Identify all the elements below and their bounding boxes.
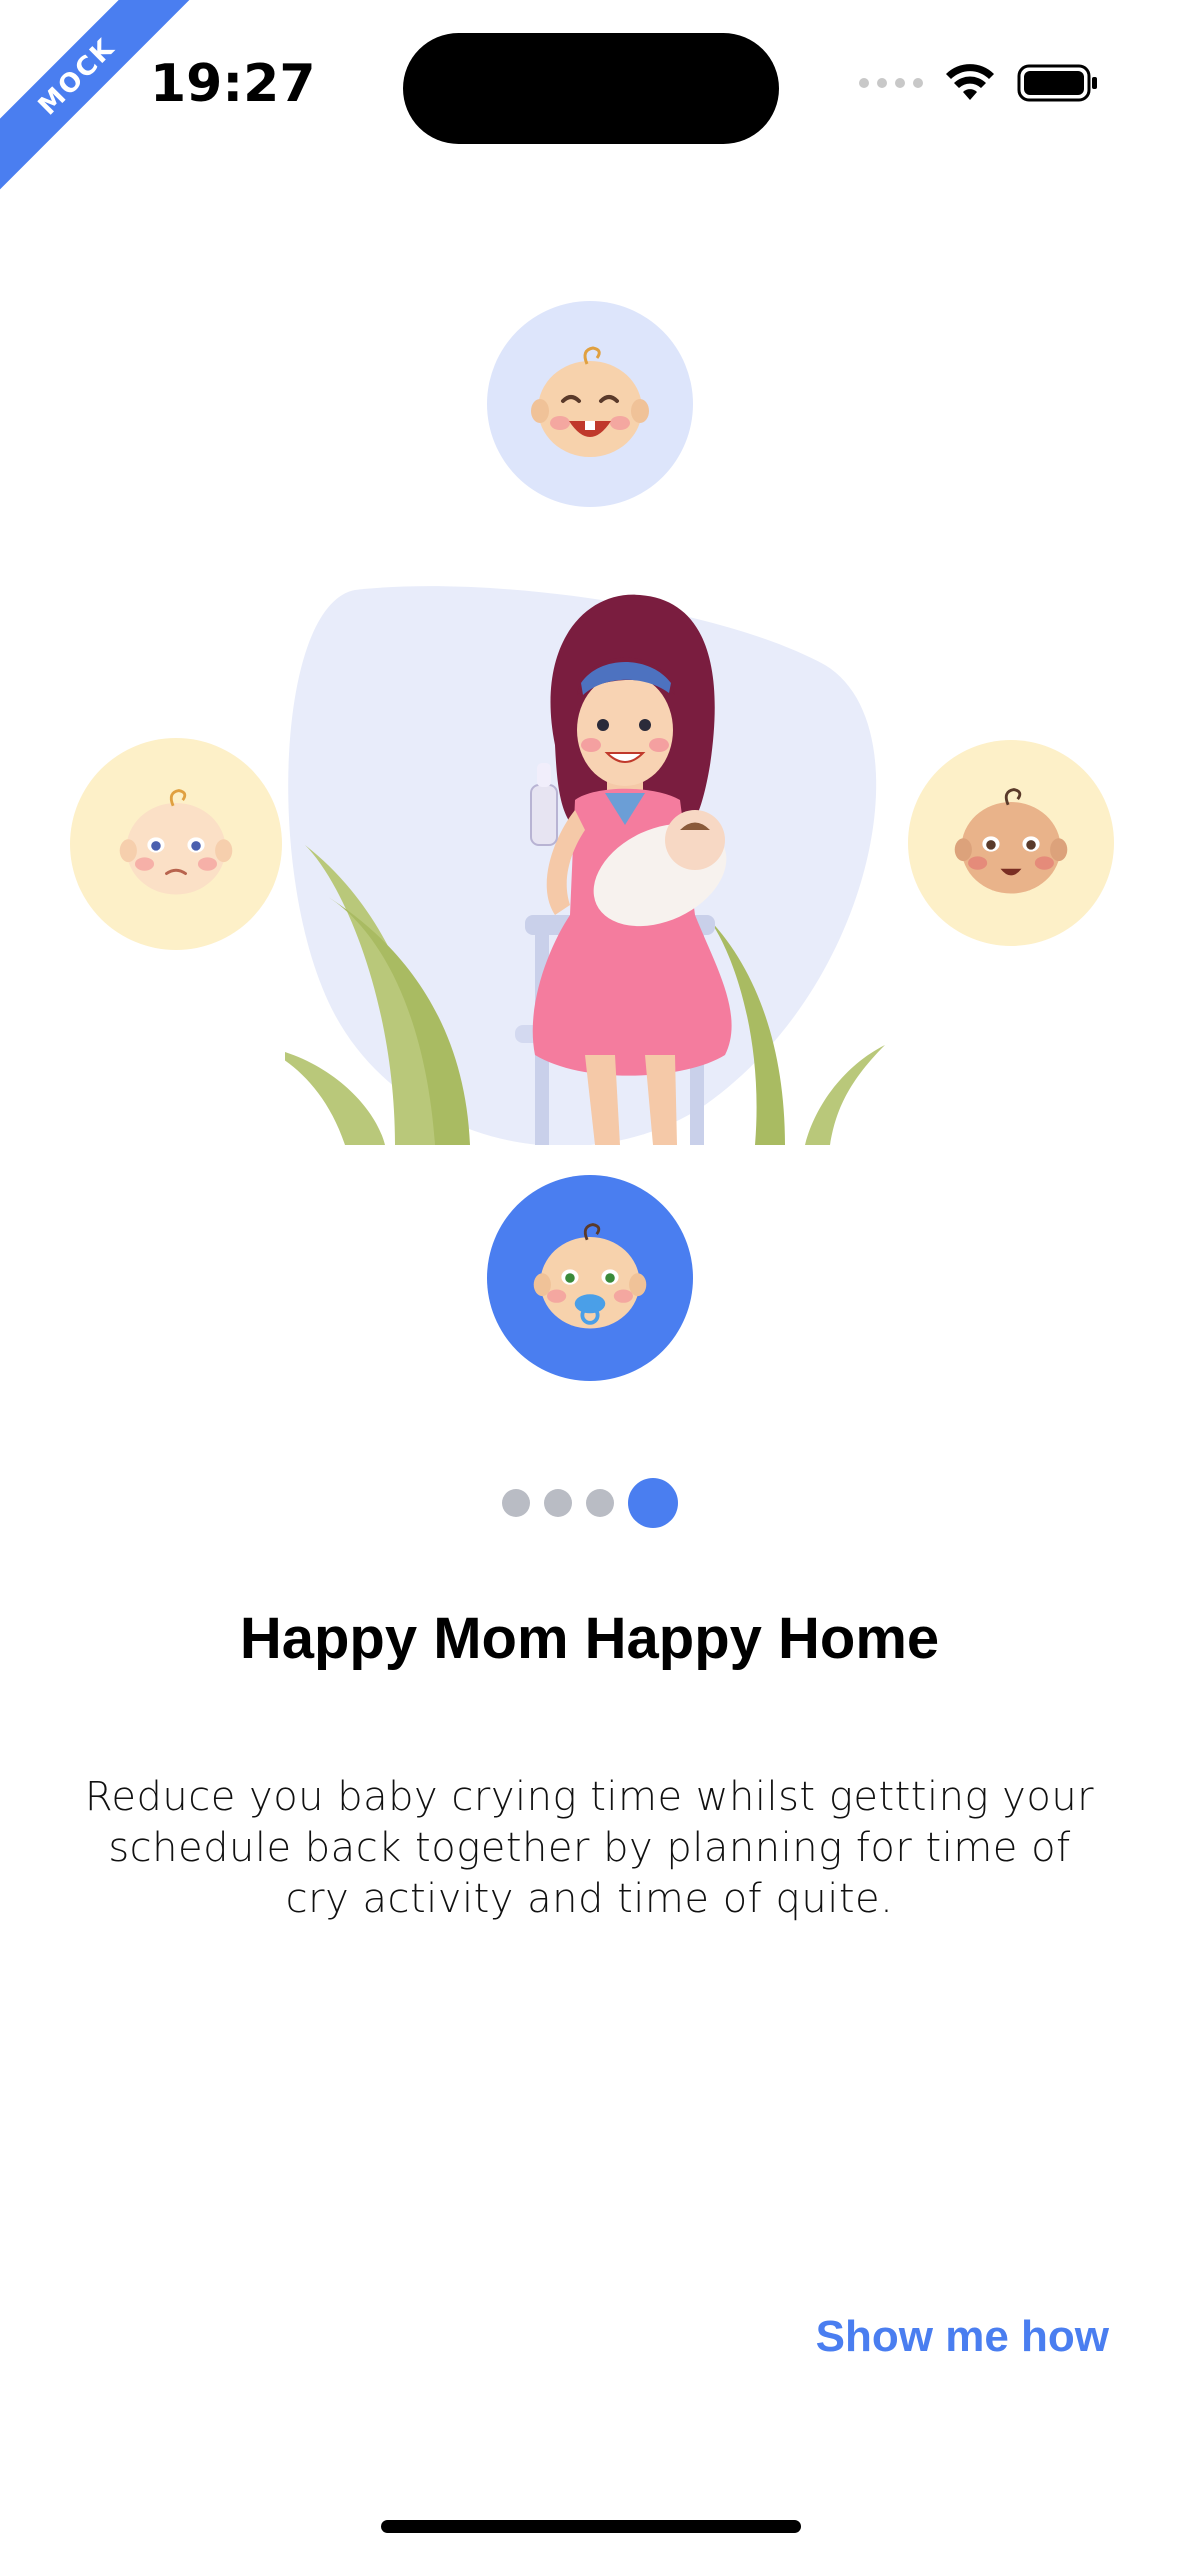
baby-happy-avatar [908,740,1114,946]
status-time: 19:27 [150,54,316,114]
page-dot[interactable] [501,1489,530,1517]
baby-sad-avatar [70,738,282,950]
page-title: Happy Mom Happy Home [239,1606,940,1671]
page-indicator [0,1478,1179,1528]
mom-holding-baby-illustration [285,586,885,1145]
baby-crying-avatar [487,301,693,507]
baby-sad-icon [119,789,233,895]
baby-pacifier-avatar [487,1175,693,1381]
page-dot[interactable] [543,1489,572,1517]
show-me-how-button[interactable]: Show me how [816,2312,1109,2362]
home-indicator [381,2520,801,2533]
page-description: Reduce you baby crying time whilst gettt… [84,1774,1095,1922]
battery-icon [1017,64,1097,102]
baby-crying-icon [531,346,649,457]
page-dot[interactable] [585,1489,614,1517]
dynamic-island [403,33,779,144]
signal-icon [859,78,923,88]
baby-happy-icon [954,788,1068,894]
wifi-icon [946,64,994,100]
page-dot-active[interactable] [627,1478,678,1528]
baby-pacifier-icon [533,1223,647,1329]
status-icons [859,64,1099,102]
